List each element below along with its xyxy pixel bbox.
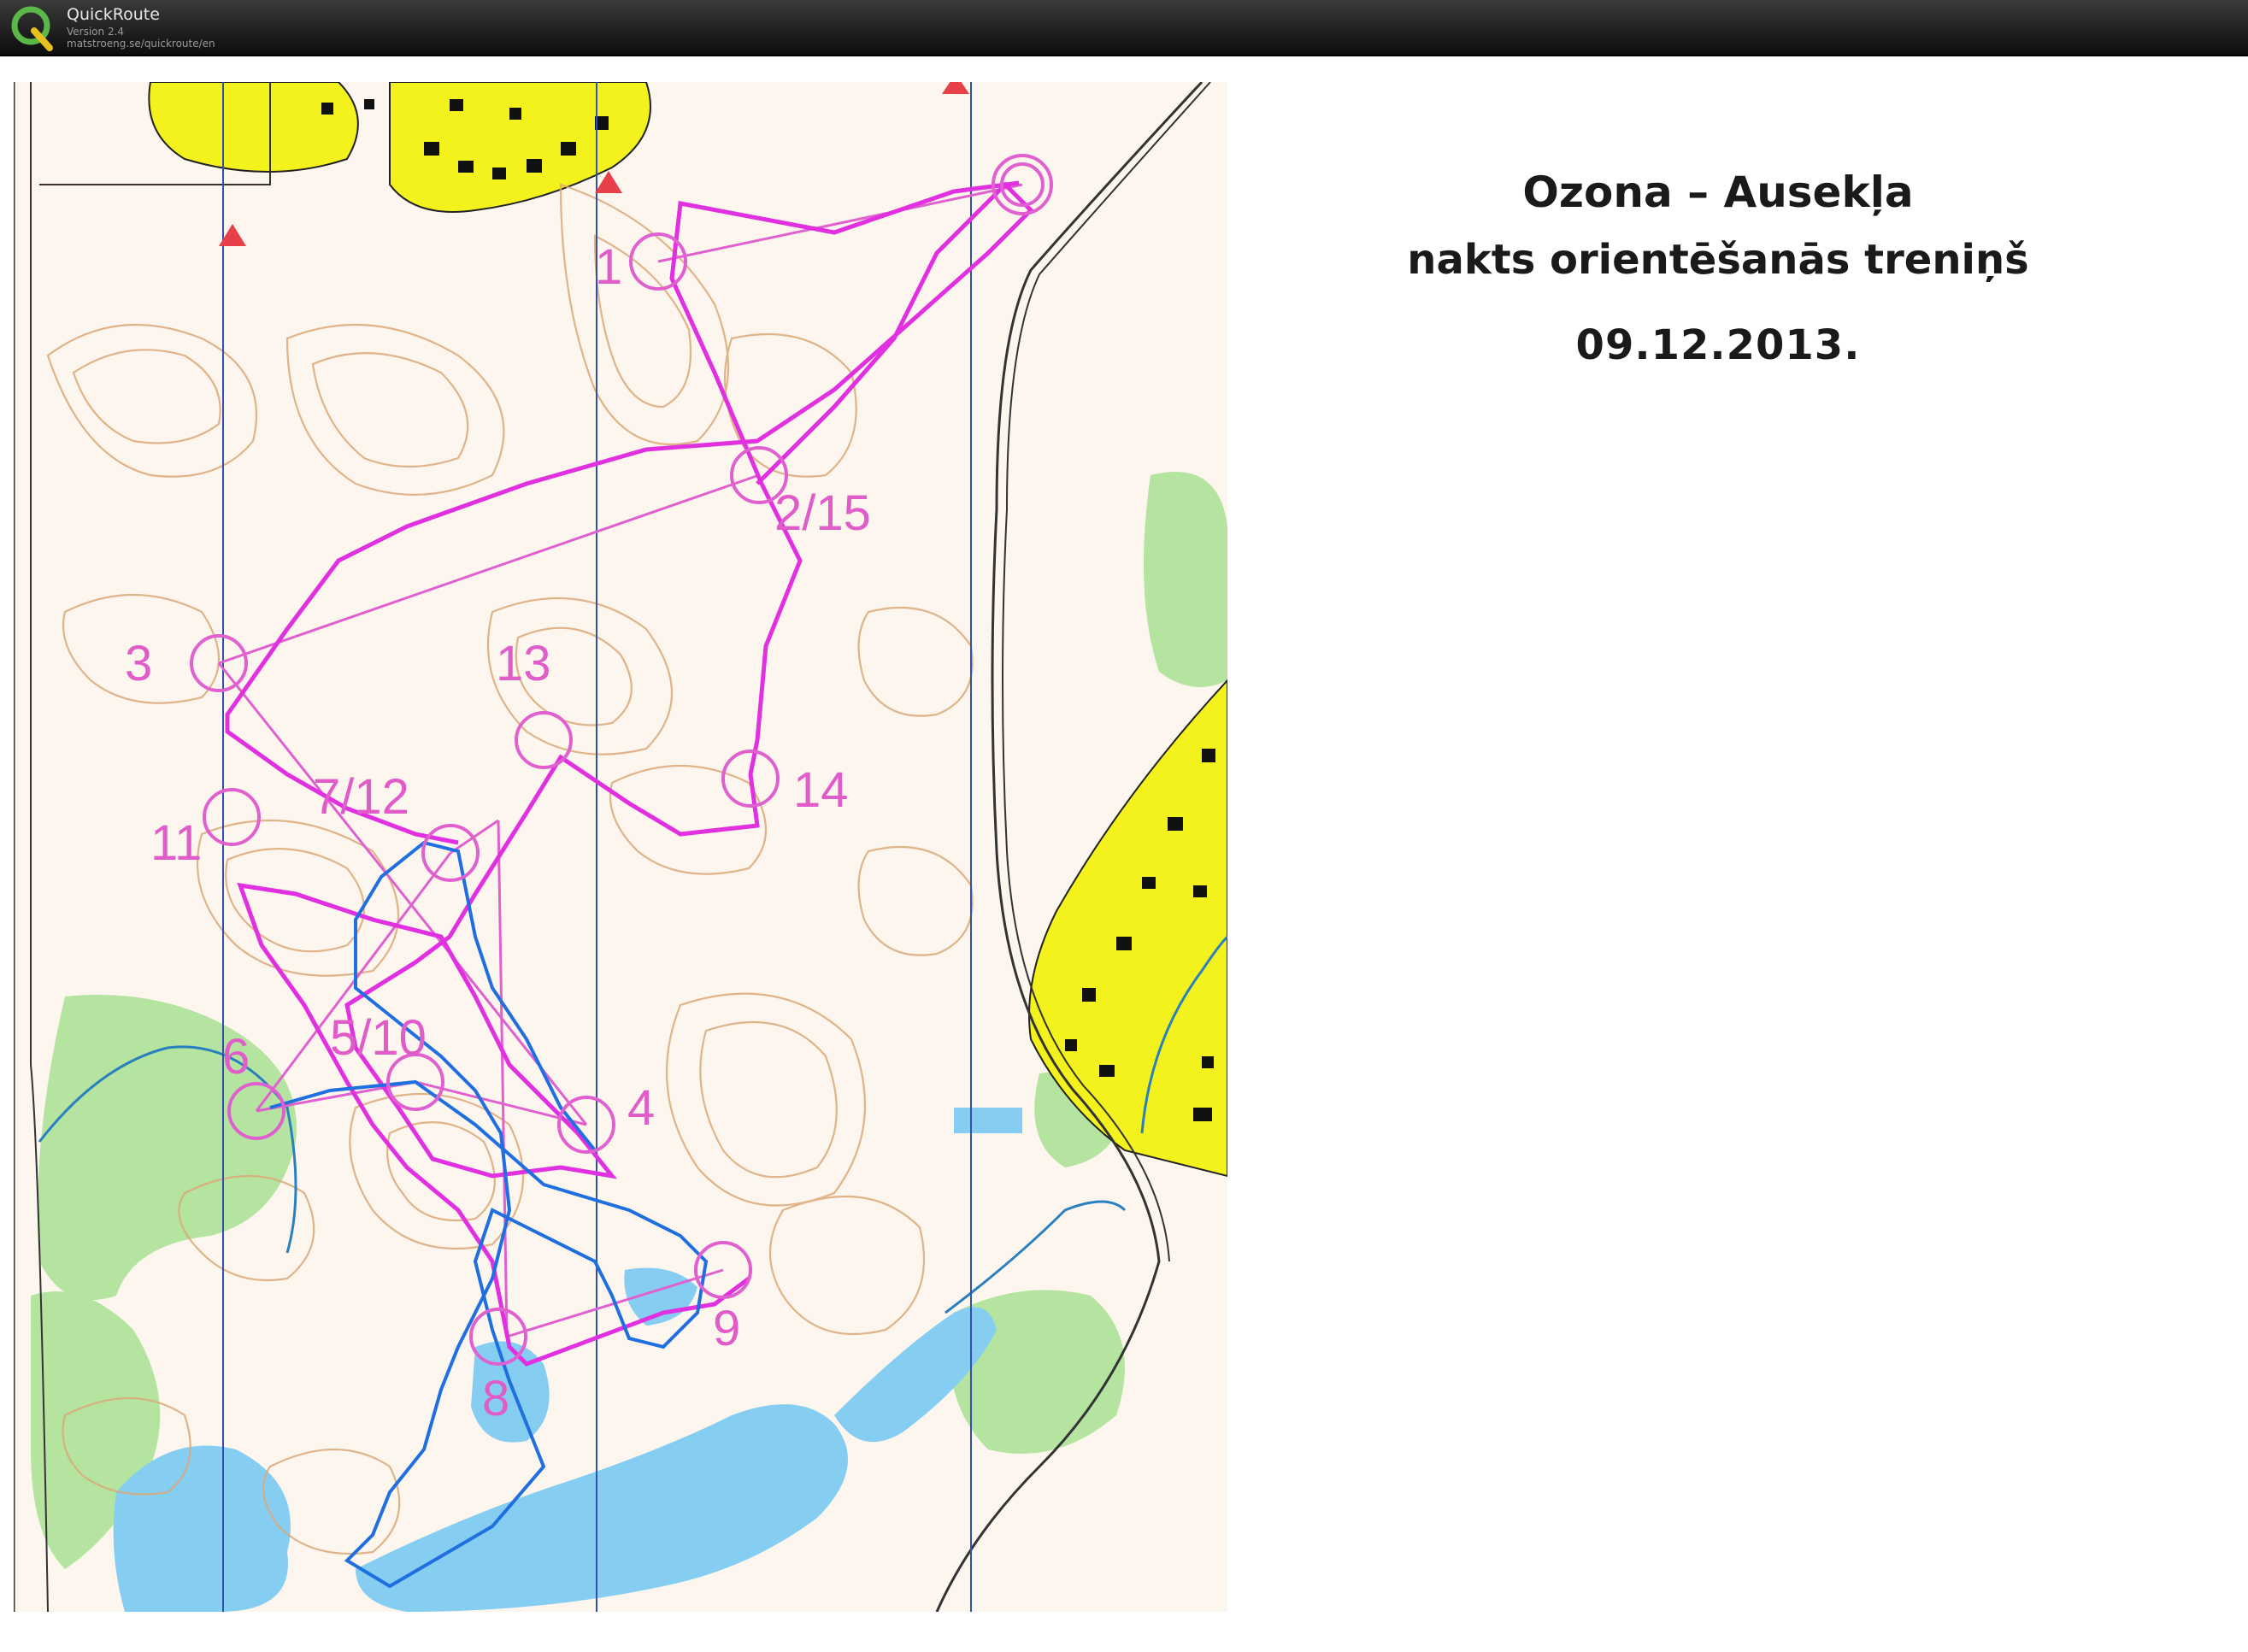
control-label-8: 8 (482, 1371, 509, 1426)
control-label-5-10: 5/10 (330, 1010, 427, 1066)
map-canvas[interactable]: 1 2/15 3 4 5/10 6 7/12 8 9 11 13 14 (14, 82, 1227, 1612)
quickroute-q-logo-icon (11, 6, 53, 51)
control-label-14: 14 (793, 762, 849, 818)
control-label-7-12: 7/12 (313, 769, 409, 825)
app-version: Version 2.4 (67, 26, 125, 38)
orienteering-map[interactable]: 1 2/15 3 4 5/10 6 7/12 8 9 11 13 14 (14, 82, 1227, 1612)
control-label-13: 13 (496, 636, 551, 691)
control-label-6: 6 (222, 1029, 250, 1085)
map-title-line2: nakts orientēšanās treniņš (1407, 236, 2029, 284)
control-label-2-15: 2/15 (774, 485, 871, 541)
control-label-3: 3 (125, 636, 152, 691)
control-label-1: 1 (595, 239, 622, 295)
map-date: 09.12.2013. (1575, 321, 1861, 369)
app-name: QuickRoute (67, 5, 160, 24)
control-label-4: 4 (627, 1080, 655, 1136)
app-titlebar: QuickRoute Version 2.4 matstroeng.se/qui… (0, 0, 2248, 56)
control-label-11: 11 (150, 815, 202, 871)
map-title-line1: Ozona – Ausekļa (1522, 168, 1914, 217)
control-label-9: 9 (713, 1301, 740, 1356)
app-url[interactable]: matstroeng.se/quickroute/en (67, 38, 215, 50)
